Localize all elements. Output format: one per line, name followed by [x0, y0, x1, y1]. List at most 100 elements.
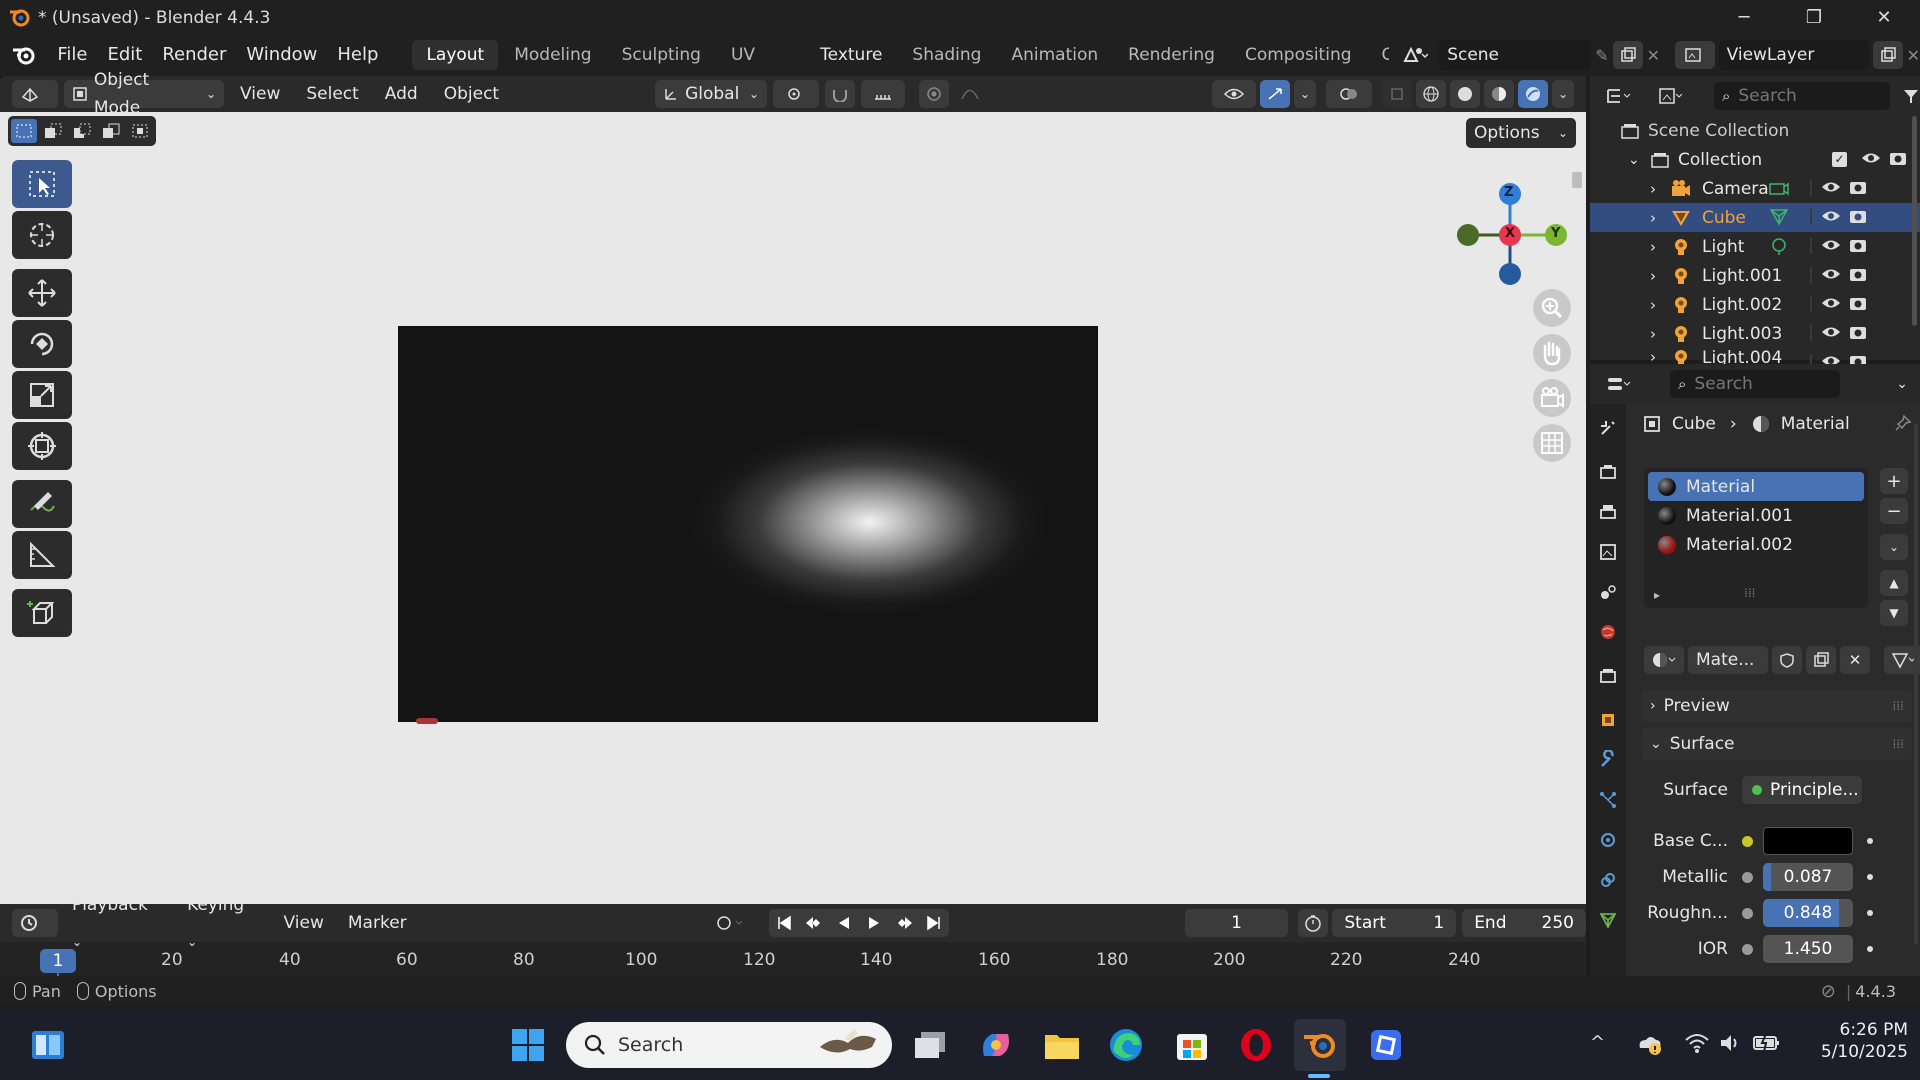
show-hidden-icons-icon[interactable]: ^ [1590, 1032, 1605, 1053]
eye-icon[interactable] [1820, 352, 1842, 364]
move-tool-icon[interactable] [12, 269, 72, 317]
zoom-icon[interactable] [1532, 288, 1572, 328]
minimize-button[interactable]: ─ [1714, 0, 1774, 34]
timeline-menu-view[interactable]: View [274, 905, 334, 941]
microsoft-store-icon[interactable] [1166, 1019, 1218, 1071]
timeline-menu-marker[interactable]: Marker [338, 905, 417, 941]
collection-row[interactable]: ⌄ Collection ✓ [1590, 145, 1920, 174]
display-mode-icon[interactable] [1648, 82, 1694, 110]
material-shading-icon[interactable] [1484, 80, 1514, 108]
volume-icon[interactable] [1718, 1032, 1742, 1054]
pin-icon[interactable] [1894, 414, 1912, 432]
viewport-menu-object[interactable]: Object [434, 76, 509, 112]
taskbar-clock[interactable]: 6:26 PM 5/10/2025 [1800, 1020, 1908, 1062]
outliner-item-light-004[interactable]: › Light.004 [1590, 348, 1920, 364]
expand-icon[interactable]: ▸ [1654, 588, 1660, 602]
constraints-tab-icon[interactable] [1590, 860, 1626, 900]
color-socket-icon[interactable] [1742, 835, 1753, 847]
move-up-icon[interactable]: ▲ [1880, 570, 1908, 596]
physics-tab-icon[interactable] [1590, 820, 1626, 860]
camera-render-icon[interactable] [1848, 323, 1868, 341]
navigation-gizmo[interactable]: Z Y X [1446, 162, 1576, 292]
timeline-editor-type-icon[interactable] [12, 909, 58, 937]
mode-dropdown[interactable]: Object Mode ⌄ [64, 70, 224, 118]
metallic-slider[interactable]: 0.087 [1763, 863, 1853, 891]
keyframe-dot-icon[interactable] [1867, 946, 1873, 952]
editor-type-icon[interactable] [12, 80, 58, 108]
tab-sculpting[interactable]: Sculpting [608, 40, 715, 70]
select-subtract-icon[interactable] [69, 119, 95, 143]
play-reverse-icon[interactable] [829, 909, 859, 937]
camera-render-icon[interactable] [1848, 207, 1868, 225]
camera-render-icon[interactable] [1888, 149, 1908, 167]
collection-tab-icon[interactable] [1590, 656, 1626, 696]
new-scene-icon[interactable] [1612, 41, 1643, 69]
tab-geometry-nodes[interactable]: Geome [1368, 40, 1390, 70]
menu-help[interactable]: Help [327, 34, 388, 76]
float-socket-icon[interactable] [1742, 907, 1753, 919]
edge-browser-icon[interactable] [1100, 1019, 1152, 1071]
overlay-toggle-icon[interactable] [1326, 80, 1372, 108]
slot-specials-icon[interactable]: ⌄ [1880, 534, 1908, 560]
cursor-tool-icon[interactable] [12, 211, 72, 259]
ior-field[interactable]: 1.450 [1763, 935, 1853, 963]
checkbox-icon[interactable]: ✓ [1832, 152, 1847, 167]
start-frame-field[interactable]: Start 1 [1332, 909, 1457, 937]
camera-render-icon[interactable] [1848, 352, 1868, 364]
outliner-editor-type-icon[interactable] [1596, 82, 1642, 110]
solid-shading-icon[interactable] [1450, 80, 1480, 108]
camera-render-icon[interactable] [1848, 265, 1868, 283]
properties-search[interactable]: ⌕ Search [1670, 370, 1840, 398]
chevron-right-icon[interactable]: › [1650, 209, 1660, 227]
viewport-menu-view[interactable]: View [230, 76, 290, 112]
new-view-layer-icon[interactable] [1872, 41, 1903, 69]
drag-handle-icon[interactable]: ⁞⁞⁞ [1893, 737, 1904, 751]
blender-taskbar-icon[interactable] [1294, 1019, 1346, 1071]
sidebar-toggle[interactable] [1572, 172, 1582, 188]
preview-panel-header[interactable]: › Preview ⁞⁞⁞ [1642, 690, 1912, 722]
camera-render-icon[interactable] [1848, 236, 1868, 254]
start-button-icon[interactable] [502, 1019, 554, 1071]
object-data-icon[interactable] [1768, 236, 1790, 256]
drag-handle-icon[interactable]: ⁞⁞⁞ [1893, 699, 1904, 713]
camera-render-icon[interactable] [1848, 294, 1868, 312]
outliner-search[interactable]: ⌕ Search [1714, 82, 1890, 110]
roughness-slider[interactable]: 0.848 [1763, 899, 1853, 927]
select-intersect-icon[interactable] [127, 119, 153, 143]
copilot-icon[interactable] [970, 1019, 1022, 1071]
snap-toggle-icon[interactable] [825, 80, 856, 108]
eye-icon[interactable] [1820, 207, 1842, 225]
chevron-down-icon[interactable]: ⌄ [1628, 152, 1642, 168]
fake-user-icon[interactable] [1772, 646, 1802, 674]
menu-window[interactable]: Window [236, 34, 327, 76]
select-extend-icon[interactable] [40, 119, 66, 143]
xray-toggle-icon[interactable] [1382, 80, 1412, 108]
eye-icon[interactable] [1820, 236, 1842, 254]
move-down-icon[interactable]: ▼ [1880, 600, 1908, 626]
falloff-icon[interactable] [955, 80, 985, 108]
chevron-right-icon[interactable]: › [1650, 238, 1660, 256]
widgets-icon[interactable] [22, 1019, 74, 1071]
output-tab-icon[interactable] [1590, 492, 1626, 532]
base-color-swatch[interactable] [1763, 827, 1853, 855]
viewport-menu-add[interactable]: Add [375, 76, 428, 112]
annotate-tool-icon[interactable] [12, 480, 72, 528]
keyframe-dot-icon[interactable] [1867, 910, 1873, 916]
eye-icon[interactable] [1820, 323, 1842, 341]
timeline-menu-keying[interactable]: Keying ⌄ [177, 887, 269, 960]
chevron-right-icon[interactable]: › [1650, 325, 1660, 343]
battery-icon[interactable] [1752, 1032, 1782, 1054]
object-data-icon[interactable] [1768, 178, 1790, 198]
view-layer-field[interactable]: ViewLayer [1718, 40, 1869, 70]
outliner-scrollbar[interactable] [1912, 116, 1917, 326]
tab-layout[interactable]: Layout [412, 40, 499, 70]
surface-panel-header[interactable]: ⌄ Surface ⁞⁞⁞ [1642, 728, 1912, 760]
eye-icon[interactable] [1820, 294, 1842, 312]
wifi-icon[interactable] [1684, 1032, 1710, 1054]
outliner-item-light-003[interactable]: › Light.003 [1590, 319, 1920, 348]
eye-icon[interactable] [1860, 149, 1882, 167]
opera-browser-icon[interactable] [1230, 1019, 1282, 1071]
scale-tool-icon[interactable] [12, 371, 72, 419]
current-frame-field[interactable]: 1 [1184, 909, 1289, 937]
measure-tool-icon[interactable] [12, 531, 72, 579]
